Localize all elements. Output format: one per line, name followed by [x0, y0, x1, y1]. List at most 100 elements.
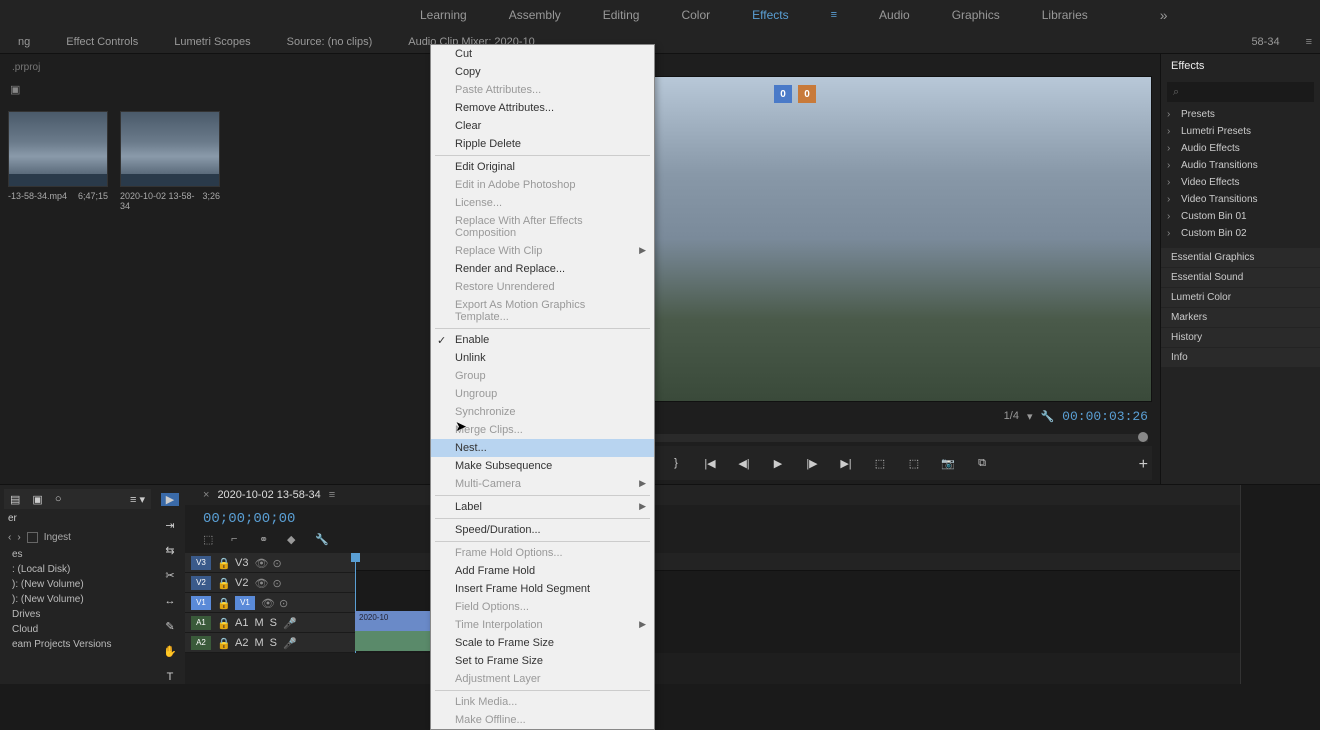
settings-icon[interactable]: 🔧 [315, 533, 329, 547]
workspace-tab-color[interactable]: Color [681, 8, 710, 22]
effects-custom-bin-1[interactable]: Custom Bin 01 [1161, 208, 1320, 225]
workspace-tab-effects[interactable]: Effects [752, 8, 788, 22]
toggle-output-icon[interactable]: 👁 [254, 557, 266, 569]
mb-item[interactable]: ): (New Volume) [4, 592, 151, 607]
snap-icon[interactable]: ⌐ [231, 533, 245, 547]
wrench-icon[interactable]: 🔧 [1040, 410, 1054, 423]
sync-lock-icon[interactable]: ⊙ [272, 577, 284, 589]
new-bin-icon[interactable]: ▣ [32, 493, 42, 506]
panel-tab-lumetri-scopes[interactable]: Lumetri Scopes [156, 36, 268, 48]
panel-tab-program-seq[interactable]: 58-34 [1233, 36, 1297, 48]
context-menu-item[interactable]: Enable✓ [431, 331, 654, 349]
nest-icon[interactable]: ⬚ [203, 533, 217, 547]
sequence-tab[interactable]: 2020-10-02 13-58-34 [217, 489, 320, 501]
context-menu-item[interactable]: Unlink [431, 349, 654, 367]
lock-icon[interactable]: 🔒 [217, 597, 229, 609]
sync-lock-icon[interactable]: ⊙ [272, 557, 284, 569]
lift-icon[interactable]: ⬚ [872, 455, 888, 471]
mb-item[interactable]: Cloud [4, 622, 151, 637]
context-menu-item[interactable]: Scale to Frame Size [431, 634, 654, 652]
lock-icon[interactable]: 🔒 [217, 557, 229, 569]
panel-lumetri-color[interactable]: Lumetri Color [1161, 288, 1320, 307]
go-to-in-icon[interactable]: |◀ [702, 455, 718, 471]
comparison-icon[interactable]: ⧉ [974, 455, 990, 471]
extract-icon[interactable]: ⬚ [906, 455, 922, 471]
effects-search[interactable]: ⌕ [1167, 82, 1314, 102]
workspace-tab-libraries[interactable]: Libraries [1042, 8, 1088, 22]
context-menu-item[interactable]: Label▶ [431, 498, 654, 516]
workspace-menu-icon[interactable]: ≡ [831, 9, 837, 21]
context-menu-item[interactable]: Add Frame Hold [431, 562, 654, 580]
mb-item[interactable]: : (Local Disk) [4, 562, 151, 577]
workspace-tab-graphics[interactable]: Graphics [952, 8, 1000, 22]
bin-icon[interactable]: ▣ [10, 83, 20, 96]
panel-tab-source[interactable]: Source: (no clips) [269, 36, 391, 48]
context-menu-item[interactable]: Render and Replace... [431, 260, 654, 278]
sequence-menu-icon[interactable]: ≡ [329, 489, 335, 501]
panel-essential-graphics[interactable]: Essential Graphics [1161, 248, 1320, 267]
panel-tab-menu-icon[interactable]: ≡ [1298, 36, 1320, 48]
effects-custom-bin-2[interactable]: Custom Bin 02 [1161, 225, 1320, 242]
project-item-sequence[interactable]: 2020-10-02 13-58-343;26 [120, 111, 220, 211]
razor-tool-icon[interactable]: ✂ [161, 569, 179, 582]
lock-icon[interactable]: 🔒 [217, 577, 229, 589]
mb-item[interactable]: es [4, 547, 151, 562]
panel-history[interactable]: History [1161, 328, 1320, 347]
track-a1[interactable]: A1🔒A1MS🎤 [185, 613, 355, 633]
timeline-timecode[interactable]: 00;00;00;00 [185, 505, 1240, 533]
mb-item[interactable]: eam Projects Versions [4, 637, 151, 652]
workspace-overflow-icon[interactable]: » [1160, 7, 1168, 23]
track-v1[interactable]: V1🔒V1👁⊙ [185, 593, 355, 613]
track-a2[interactable]: A2🔒A2MS🎤 [185, 633, 355, 653]
panel-info[interactable]: Info [1161, 348, 1320, 367]
toggle-output-icon[interactable]: 👁 [254, 577, 266, 589]
effects-video-transitions[interactable]: Video Transitions [1161, 191, 1320, 208]
search-icon[interactable]: ○ [55, 493, 62, 505]
sync-lock-icon[interactable]: ⊙ [279, 597, 291, 609]
ingest-checkbox[interactable] [27, 532, 38, 543]
workspace-tab-learning[interactable]: Learning [420, 8, 467, 22]
context-menu-item[interactable]: Nest... [431, 439, 654, 457]
panel-tab-ng[interactable]: ng [0, 36, 48, 48]
mb-item[interactable]: Drives [4, 607, 151, 622]
context-menu-item[interactable]: Copy [431, 63, 654, 81]
pen-tool-icon[interactable]: ✎ [161, 620, 179, 633]
context-menu-item[interactable]: Speed/Duration... [431, 521, 654, 539]
play-icon[interactable]: ▶ [770, 455, 786, 471]
track-v3[interactable]: V3🔒V3👁⊙ [185, 553, 355, 573]
sequence-close-icon[interactable]: × [203, 489, 209, 501]
panel-essential-sound[interactable]: Essential Sound [1161, 268, 1320, 287]
step-back-icon[interactable]: ◀| [736, 455, 752, 471]
context-menu-item[interactable]: Remove Attributes... [431, 99, 654, 117]
back-icon[interactable]: ‹ [8, 532, 11, 543]
step-forward-icon[interactable]: |▶ [804, 455, 820, 471]
context-menu-item[interactable]: Clear [431, 117, 654, 135]
export-frame-icon[interactable]: 📷 [940, 455, 956, 471]
workspace-tab-assembly[interactable]: Assembly [509, 8, 561, 22]
lock-icon[interactable]: 🔒 [217, 617, 229, 629]
track-select-tool-icon[interactable]: ⇥ [161, 518, 179, 531]
list-view-icon[interactable]: ▤ [10, 493, 20, 506]
mark-out-icon[interactable]: } [668, 455, 684, 471]
workspace-tab-audio[interactable]: Audio [879, 8, 910, 22]
selection-tool-icon[interactable]: ▶ [161, 493, 179, 506]
project-item-clip[interactable]: -13-58-34.mp46;47;15 [8, 111, 108, 211]
linked-selection-icon[interactable]: ⚭ [259, 533, 273, 547]
effects-audio-transitions[interactable]: Audio Transitions [1161, 157, 1320, 174]
context-menu-item[interactable]: Edit Original [431, 158, 654, 176]
panel-markers[interactable]: Markers [1161, 308, 1320, 327]
type-tool-icon[interactable]: T [161, 671, 179, 684]
panel-tab-effect-controls[interactable]: Effect Controls [48, 36, 156, 48]
panel-menu-icon[interactable]: ≡ ▾ [130, 493, 145, 506]
go-to-out-icon[interactable]: ▶| [838, 455, 854, 471]
toggle-output-icon[interactable]: 👁 [261, 597, 273, 609]
track-v2[interactable]: V2🔒V2👁⊙ [185, 573, 355, 593]
forward-icon[interactable]: › [17, 532, 20, 543]
effects-video-effects[interactable]: Video Effects [1161, 174, 1320, 191]
mb-item[interactable]: ): (New Volume) [4, 577, 151, 592]
ripple-edit-tool-icon[interactable]: ⇆ [161, 544, 179, 557]
button-editor-icon[interactable]: + [1139, 456, 1148, 474]
context-menu-item[interactable]: Make Subsequence [431, 457, 654, 475]
context-menu-item[interactable]: Cut [431, 45, 654, 63]
effects-lumetri-presets[interactable]: Lumetri Presets [1161, 123, 1320, 140]
